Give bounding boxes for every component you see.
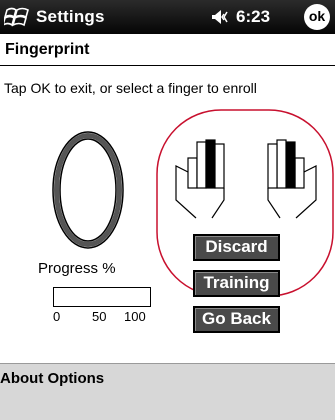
- left-hand-diagram[interactable]: [174, 138, 236, 220]
- clock-time[interactable]: 6:23: [236, 7, 270, 27]
- left-hand-finger-2[interactable]: [196, 141, 207, 189]
- fingerprint-scan-ring: [52, 131, 124, 249]
- about-options-menu[interactable]: About Options: [0, 370, 104, 387]
- training-button[interactable]: Training: [193, 270, 280, 297]
- ok-button[interactable]: ok: [304, 4, 330, 30]
- progress-bar: [53, 287, 151, 307]
- speaker-icon[interactable]: [211, 9, 233, 25]
- left-hand-finger-4[interactable]: [214, 143, 225, 189]
- title-bar: Settings 6:23 ok: [0, 0, 335, 34]
- app-title: Settings: [36, 7, 105, 26]
- right-hand-palm-edge: [267, 188, 281, 219]
- left-hand-palm-edge: [211, 188, 225, 219]
- right-hand-finger-2[interactable]: [285, 141, 296, 189]
- page-heading-bar: Fingerprint: [0, 34, 335, 66]
- right-hand-finger-1[interactable]: [294, 157, 305, 189]
- progress-scale-min: 0: [53, 309, 61, 324]
- progress-scale-max: 100: [124, 309, 146, 324]
- discard-button[interactable]: Discard: [193, 234, 280, 261]
- progress-scale-mid: 50: [92, 309, 107, 324]
- progress-label: Progress %: [38, 260, 116, 277]
- go-back-button[interactable]: Go Back: [193, 306, 280, 333]
- menu-bar: About Options: [0, 363, 335, 420]
- page-title: Fingerprint: [5, 41, 90, 58]
- right-hand-finger-3[interactable]: [276, 139, 287, 189]
- instruction-text: Tap OK to exit, or select a finger to en…: [4, 80, 257, 96]
- right-hand-finger-4[interactable]: [267, 143, 278, 189]
- left-hand-finger-3[interactable]: [205, 139, 216, 189]
- left-hand-finger-1[interactable]: [187, 157, 198, 189]
- windows-start-icon[interactable]: [4, 4, 30, 30]
- right-hand-diagram[interactable]: [256, 138, 318, 220]
